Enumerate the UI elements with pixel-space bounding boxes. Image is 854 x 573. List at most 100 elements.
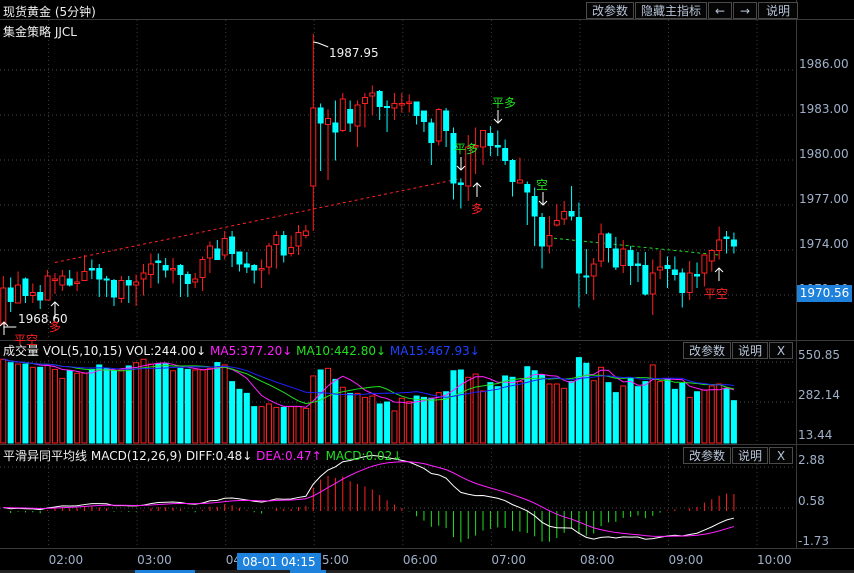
candle-down [420, 110, 427, 122]
candle-down [229, 236, 236, 254]
price-axis-label: 1980.00 [799, 147, 849, 161]
volume-bar [369, 395, 376, 444]
volume-bar [310, 375, 317, 444]
volume-value: VOL:244.00↓ [125, 344, 207, 358]
candle-up [686, 272, 693, 293]
volume-bar [509, 376, 516, 444]
macd-header: 平滑异同平均线 MACD(12,26,9) DIFF:0.48↓ DEA:0.4… [3, 447, 402, 464]
trend-line [54, 178, 461, 263]
macd-title: 平滑异同平均线 [3, 449, 88, 463]
volume-help-button[interactable]: 说明 [732, 342, 769, 359]
volume-bar [354, 392, 361, 444]
volume-bar [553, 383, 560, 444]
candle-down [428, 122, 435, 143]
arrow-left-icon[interactable]: ← [708, 2, 733, 19]
candle-down [376, 91, 383, 107]
volume-bar [487, 382, 494, 444]
candle-up [29, 292, 36, 296]
volume-bar [428, 397, 435, 444]
candle-down [605, 233, 612, 248]
volume-bar [81, 372, 88, 444]
candle-down [125, 280, 132, 286]
macd-change-params-button[interactable]: 改参数 [683, 447, 732, 464]
arrow-right-icon[interactable]: → [733, 2, 758, 19]
volume-close-button[interactable]: X [769, 342, 794, 359]
high-price-label: 1987.95 [329, 46, 379, 60]
candle-down [642, 265, 649, 295]
volume-bar [480, 390, 486, 444]
change-params-button[interactable]: 改参数 [586, 2, 635, 19]
volume-bar [118, 369, 125, 444]
volume-bar [332, 378, 339, 444]
candle-up [273, 235, 280, 245]
candle-down [243, 263, 250, 268]
candle-up [339, 98, 346, 131]
candle-down [487, 133, 494, 146]
volume-bar [51, 368, 58, 444]
candle-down [88, 268, 95, 271]
candle-down [7, 287, 14, 302]
signal-label: 多 [49, 320, 62, 334]
volume-bar [140, 358, 147, 444]
volume-bar [679, 382, 686, 444]
candle-down [671, 269, 678, 275]
volume-bar [502, 375, 509, 444]
candle-up [391, 103, 398, 109]
volume-ma5: MA5:377.20↓ [210, 344, 293, 358]
crosshair-time-label: 08-01 04:15 [237, 553, 321, 571]
volume-bar [384, 401, 391, 444]
candle-down [111, 280, 117, 298]
candle-up [140, 272, 147, 280]
volume-bar [664, 378, 671, 444]
time-axis-divider [0, 548, 854, 549]
volume-bar [265, 403, 272, 444]
time-axis-label: 07:00 [491, 553, 526, 567]
volume-bar [472, 373, 479, 444]
current-price-badge: 1970.56 [797, 285, 852, 302]
volume-bar [88, 368, 95, 444]
candle-down [251, 265, 258, 271]
candle-down [531, 196, 538, 217]
volume-bar [531, 370, 538, 444]
candle-up [258, 268, 265, 271]
high-marker-line [313, 41, 329, 48]
macd-help-button[interactable]: 说明 [732, 447, 769, 464]
price-axis-label: 1983.00 [799, 102, 849, 116]
candle-down [214, 248, 221, 260]
volume-bar [590, 380, 597, 444]
hide-main-indicator-button[interactable]: 隐藏主指标 [635, 2, 708, 19]
volume-bar [66, 370, 73, 444]
candle-up [118, 280, 125, 299]
volume-bar [0, 358, 7, 444]
candle-down [384, 106, 391, 108]
macd-close-button[interactable]: X [769, 447, 794, 464]
macd-axis-max: 2.88 [798, 453, 825, 467]
candle-down [413, 101, 420, 116]
signal-label: 空 [536, 178, 549, 192]
volume-bar [111, 370, 117, 444]
volume-bar [539, 374, 546, 444]
volume-bar [627, 377, 634, 444]
volume-bar [236, 388, 243, 444]
candle-down [539, 217, 546, 247]
volume-bar [457, 369, 464, 444]
candle-down [155, 260, 162, 263]
candle-up [81, 271, 88, 281]
help-button[interactable]: 说明 [758, 2, 799, 19]
volume-bar [147, 363, 154, 444]
candle-up [325, 118, 332, 125]
volume-bar [398, 397, 405, 444]
candle-up [170, 268, 177, 271]
volume-change-params-button[interactable]: 改参数 [683, 342, 732, 359]
candle-up [480, 130, 486, 148]
candle-up [620, 248, 627, 266]
volume-bar [258, 406, 265, 444]
volume-toolbar: 改参数 说明 X [682, 342, 794, 359]
candle-up [15, 284, 22, 304]
candle-up [44, 275, 51, 301]
candle-down [502, 148, 509, 161]
volume-bar [44, 364, 51, 444]
volume-bar [170, 370, 177, 444]
volume-bar [598, 366, 605, 444]
volume-bar [347, 392, 354, 444]
